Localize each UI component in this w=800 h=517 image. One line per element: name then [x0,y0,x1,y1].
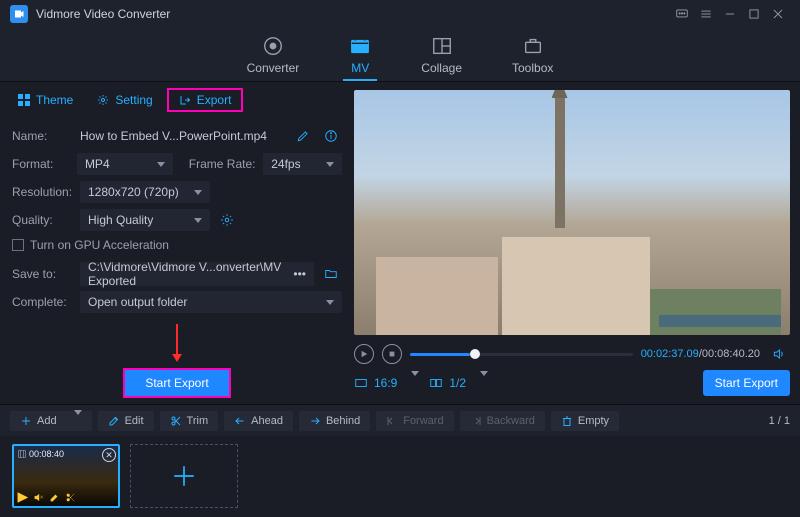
thumb-mute-icon[interactable] [33,492,44,503]
resolution-label: Resolution: [12,185,74,199]
complete-label: Complete: [12,295,74,309]
empty-button[interactable]: Empty [551,411,619,431]
tab-collage[interactable]: Collage [421,35,462,81]
app-name: Vidmore Video Converter [36,7,170,21]
tab-mv[interactable]: MV [349,35,371,81]
player-controls: 00:02:37.09/00:08:40.20 [354,339,790,369]
frame-rate-label: Frame Rate: [189,157,257,171]
left-panel: Theme Setting Export Name: How to Embed … [0,82,354,404]
start-export-button[interactable]: Start Export [123,368,230,398]
edit-name-icon[interactable] [292,125,314,147]
tab-converter-label: Converter [247,61,300,75]
section-tab-theme-label: Theme [36,93,73,107]
player-controls-2: 16:9 1/2 Start Export [354,369,790,397]
close-icon[interactable] [766,2,790,26]
save-to-label: Save to: [12,267,74,281]
tab-converter[interactable]: Converter [247,35,300,81]
segment-select[interactable]: 1/2 [429,376,488,390]
tab-toolbox-label: Toolbox [512,61,553,75]
quality-settings-icon[interactable] [216,209,238,231]
save-to-path[interactable]: C:\Vidmore\Vidmore V...onverter\MV Expor… [80,262,314,286]
play-button[interactable] [354,344,374,364]
format-select[interactable]: MP4 [77,153,173,175]
format-label: Format: [12,157,71,171]
feedback-icon[interactable] [670,2,694,26]
name-value: How to Embed V...PowerPoint.mp4 [80,129,286,143]
preview-panel: 00:02:37.09/00:08:40.20 16:9 1/2 Start E… [354,82,800,404]
minimize-icon[interactable] [718,2,742,26]
section-tab-theme[interactable]: Theme [8,89,83,111]
gear-icon [97,94,109,106]
timeline-slider[interactable] [410,353,633,356]
clip-thumbnail[interactable]: 00:08:40 ✕ [12,444,120,508]
more-path-icon[interactable]: ••• [293,267,306,281]
section-tabs: Theme Setting Export [0,82,354,118]
remove-clip-icon[interactable]: ✕ [102,448,116,462]
frame-rate-select[interactable]: 24fps [263,153,342,175]
add-button[interactable]: Add [10,411,92,431]
section-tab-export[interactable]: Export [167,88,244,112]
top-nav: Converter MV Collage Toolbox [0,28,800,82]
quality-label: Quality: [12,213,74,227]
app-logo [10,5,28,23]
time-display: 00:02:37.09/00:08:40.20 [641,348,760,360]
open-folder-icon[interactable] [320,263,342,285]
tab-mv-label: MV [351,61,369,75]
thumb-actions [17,492,76,503]
thumb-duration: 00:08:40 [17,449,64,459]
maximize-icon[interactable] [742,2,766,26]
quality-select[interactable]: High Quality [80,209,210,231]
segment-icon [429,376,443,390]
info-icon[interactable] [320,125,342,147]
section-tab-export-label: Export [197,93,232,107]
behind-button[interactable]: Behind [299,411,370,431]
grid-icon [18,94,30,106]
annotation-arrow [0,324,354,362]
backward-button[interactable]: Backward [460,411,545,431]
gpu-label: Turn on GPU Acceleration [30,238,169,252]
thumb-trim-icon[interactable] [65,492,76,503]
stop-button[interactable] [382,344,402,364]
add-clip-tile[interactable] [130,444,238,508]
checkbox-box [12,239,24,251]
aspect-icon [354,376,368,390]
resolution-select[interactable]: 1280x720 (720p) [80,181,210,203]
pager: 1 / 1 [769,415,790,427]
section-tab-setting-label: Setting [115,93,152,107]
export-icon [179,94,191,106]
preview-start-export-button[interactable]: Start Export [703,370,790,396]
thumb-play-icon[interactable] [17,492,28,503]
clip-toolbar: Add Edit Trim Ahead Behind Forward Backw… [0,404,800,436]
film-icon [17,449,27,459]
gpu-checkbox[interactable]: Turn on GPU Acceleration [12,238,342,252]
menu-icon[interactable] [694,2,718,26]
plus-icon [171,463,197,489]
section-tab-setting[interactable]: Setting [87,89,162,111]
forward-button[interactable]: Forward [376,411,453,431]
ahead-button[interactable]: Ahead [224,411,293,431]
title-bar: Vidmore Video Converter [0,0,800,28]
tab-collage-label: Collage [421,61,462,75]
thumbnail-strip: 00:08:40 ✕ [0,436,800,516]
name-label: Name: [12,129,74,143]
thumb-edit-icon[interactable] [49,492,60,503]
trim-button[interactable]: Trim [160,411,219,431]
volume-icon[interactable] [768,343,790,365]
edit-button[interactable]: Edit [98,411,154,431]
aspect-ratio-select[interactable]: 16:9 [354,376,419,390]
complete-select[interactable]: Open output folder [80,291,342,313]
tab-toolbox[interactable]: Toolbox [512,35,553,81]
video-preview[interactable] [354,90,790,335]
